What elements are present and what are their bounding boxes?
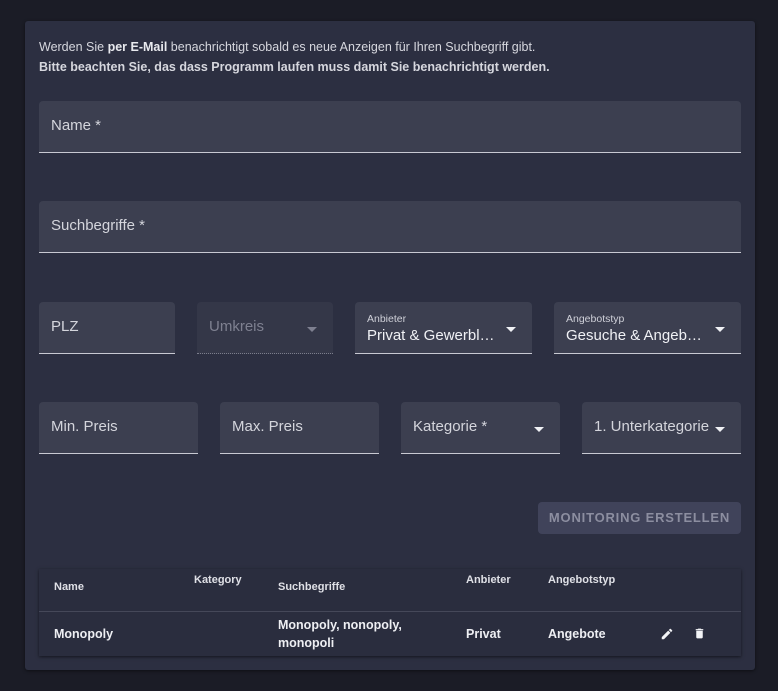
search-terms-field[interactable]: Suchbegriffe * <box>39 201 741 253</box>
row-search-terms: Monopoly, nonopoly, monopoli <box>278 618 402 650</box>
chevron-down-icon <box>715 327 725 332</box>
row-offer-type: Angebote <box>548 627 606 641</box>
radius-label: Umkreis <box>209 318 264 335</box>
category-label: Kategorie * <box>413 418 488 435</box>
column-header-provider[interactable]: Anbieter <box>466 574 511 586</box>
min-price-label: Min. Preis <box>51 418 118 435</box>
plz-label: PLZ <box>51 318 79 335</box>
max-price-field[interactable]: Max. Preis <box>220 402 379 454</box>
plz-field[interactable]: PLZ <box>39 302 175 354</box>
info-email-emphasis: per E-Mail <box>107 40 168 54</box>
provider-label: Anbieter <box>367 313 407 325</box>
offer-type-select[interactable]: Angebotstyp Gesuche & Angeb… <box>554 302 741 354</box>
chevron-down-icon <box>715 427 725 432</box>
name-field[interactable]: Name * <box>39 101 741 153</box>
monitoring-card: Werden Sie per E-Mail benachrichtigt sob… <box>25 21 755 670</box>
radius-select[interactable]: Umkreis <box>197 302 333 354</box>
offer-type-value: Gesuche & Angeb… <box>566 327 702 344</box>
pencil-icon[interactable] <box>660 627 674 646</box>
max-price-label: Max. Preis <box>232 418 303 435</box>
monitoring-table: Name Kategory Suchbegriffe Anbieter Ange… <box>39 569 741 656</box>
column-header-search-terms[interactable]: Suchbegriffe <box>278 581 345 593</box>
column-header-category[interactable]: Kategory <box>194 574 242 586</box>
info-line-1: Werden Sie per E-Mail benachrichtigt sob… <box>39 40 536 54</box>
info-line-2: Bitte beachten Sie, das dass Programm la… <box>39 60 550 74</box>
row-provider: Privat <box>466 627 501 641</box>
info-text: Werden Sie per E-Mail benachrichtigt sob… <box>39 37 550 77</box>
column-header-offer-type[interactable]: Angebotstyp <box>548 574 615 586</box>
column-header-name[interactable]: Name <box>54 581 84 593</box>
row-name: Monopoly <box>54 627 114 641</box>
trash-icon[interactable] <box>693 626 706 646</box>
search-terms-label: Suchbegriffe * <box>51 217 145 234</box>
category-select[interactable]: Kategorie * <box>401 402 560 454</box>
chevron-down-icon <box>307 327 317 332</box>
subcategory-select[interactable]: 1. Unterkategorie <box>582 402 741 454</box>
provider-select[interactable]: Anbieter Privat & Gewerbl… <box>355 302 532 354</box>
name-label: Name * <box>51 117 102 134</box>
chevron-down-icon <box>506 327 516 332</box>
create-monitoring-button[interactable]: MONITORING ERSTELLEN <box>538 502 741 534</box>
chevron-down-icon <box>534 427 544 432</box>
table-divider <box>39 611 741 612</box>
provider-value: Privat & Gewerbl… <box>367 327 495 344</box>
min-price-field[interactable]: Min. Preis <box>39 402 198 454</box>
subcategory-label: 1. Unterkategorie <box>594 418 710 435</box>
offer-type-label: Angebotstyp <box>566 313 625 325</box>
